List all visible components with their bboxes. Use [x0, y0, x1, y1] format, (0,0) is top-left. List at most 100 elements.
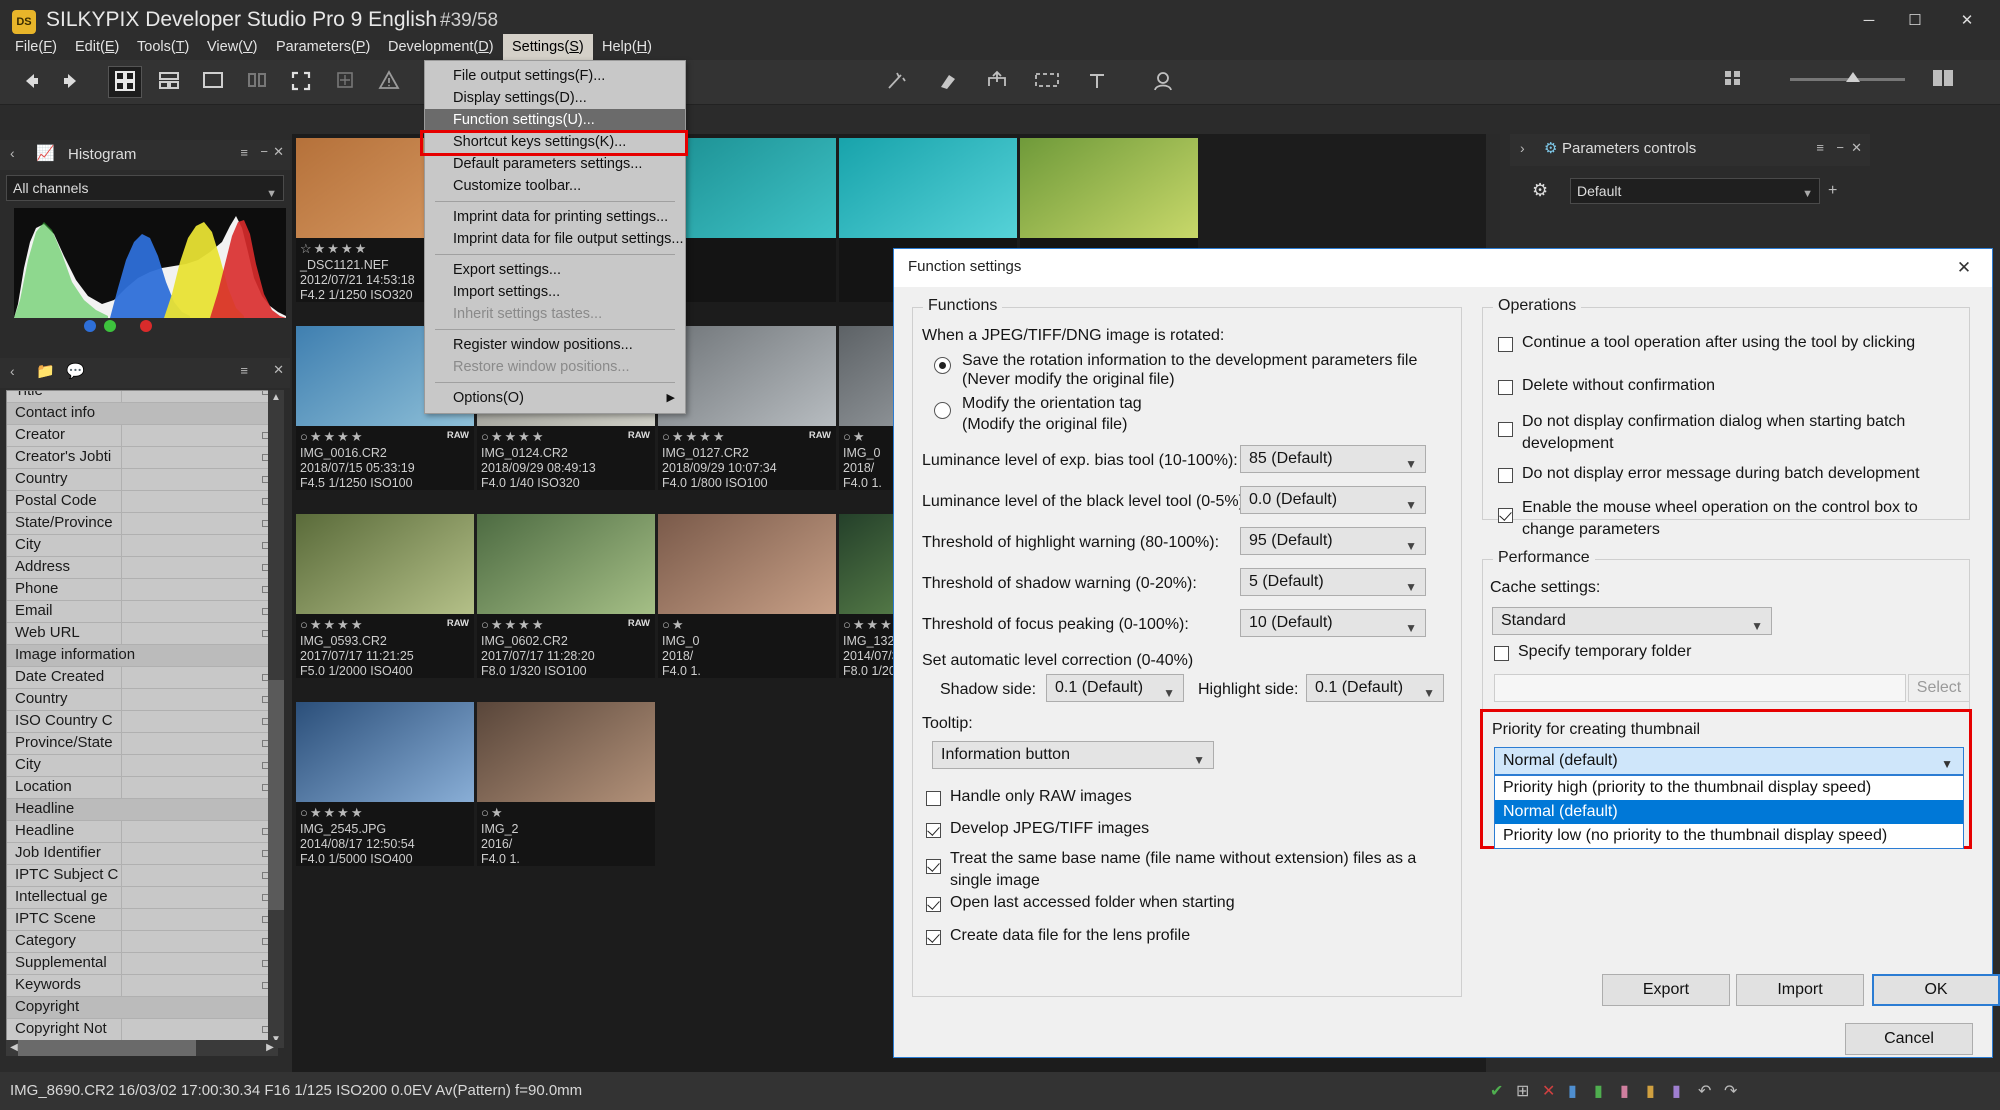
metadata-row[interactable]: Date Created [7, 667, 277, 689]
share-icon[interactable] [980, 66, 1014, 98]
menu-help[interactable]: Help(H) [593, 34, 661, 60]
metadata-row[interactable]: Location [7, 777, 277, 799]
settings-menu-item-3[interactable]: Shortcut keys settings(K)... [425, 131, 685, 153]
menu-development[interactable]: Development(D) [379, 34, 503, 60]
metadata-row[interactable]: ISO Country C [7, 711, 277, 733]
focus-peaking-select[interactable]: 10 (Default) ▼ [1240, 609, 1426, 637]
small-thumbs-icon[interactable] [1716, 66, 1750, 98]
filmstrip-view-icon[interactable] [152, 66, 186, 98]
delete-no-confirm-checkbox[interactable] [1498, 380, 1513, 395]
metadata-row-value[interactable] [121, 755, 277, 776]
settings-menu-item-4[interactable]: Default parameters settings... [425, 153, 685, 175]
metadata-row-value[interactable] [121, 931, 277, 952]
settings-menu-item-1[interactable]: Display settings(D)... [425, 87, 685, 109]
panel-collapse-icon[interactable]: − [260, 144, 268, 159]
metadata-hscroll-thumb[interactable] [18, 1040, 196, 1056]
metadata-row[interactable]: Copyright Not [7, 1019, 277, 1041]
redo-icon[interactable]: ↷ [1724, 1081, 1737, 1101]
scroll-up-arrow-icon[interactable]: ▲ [268, 390, 284, 406]
warning-icon[interactable] [372, 66, 406, 98]
metadata-row-value[interactable] [121, 491, 277, 512]
metadata-row[interactable]: Image information [7, 645, 277, 667]
no-error-batch-checkbox[interactable] [1498, 468, 1513, 483]
metadata-row[interactable]: IPTC Subject C [7, 865, 277, 887]
metadata-row-value[interactable] [121, 535, 277, 556]
thumbnail-rating[interactable]: ☆★★★★ [300, 241, 368, 257]
radio-save-rotation[interactable] [934, 357, 951, 374]
face-detect-icon[interactable] [1148, 66, 1182, 98]
single-view-icon[interactable] [196, 66, 230, 98]
metadata-row-value[interactable] [121, 557, 277, 578]
gear-icon[interactable]: ⚙ [1532, 180, 1548, 201]
settings-menu-item-8[interactable]: Imprint data for file output settings... [425, 228, 685, 250]
metadata-row-value[interactable] [121, 391, 277, 402]
metadata-row-value[interactable] [121, 865, 277, 886]
settings-menu-item-14[interactable]: Register window positions... [425, 334, 685, 356]
collapse-left-icon[interactable]: ‹ [10, 145, 15, 161]
shadow-warning-select[interactable]: 5 (Default) ▼ [1240, 568, 1426, 596]
back-arrow-icon[interactable] [14, 66, 48, 98]
metadata-row[interactable]: Headline [7, 799, 277, 821]
metadata-row[interactable]: Intellectual ge [7, 887, 277, 909]
dialog-close-button[interactable]: ✕ [1944, 255, 1984, 281]
menu-view[interactable]: View(V) [198, 34, 267, 60]
continue-tool-checkbox[interactable] [1498, 337, 1513, 352]
scroll-right-arrow-icon[interactable]: ▶ [262, 1040, 278, 1056]
metadata-row-value[interactable] [121, 601, 277, 622]
metadata-row[interactable]: Creator [7, 425, 277, 447]
select-folder-button[interactable]: Select [1908, 674, 1970, 702]
settings-menu-item-17[interactable]: Options(O) ▶ [425, 387, 685, 409]
panel-collapse-icon-3[interactable]: − [1836, 140, 1844, 155]
metadata-row[interactable]: Copyright [7, 997, 277, 1019]
metadata-row-value[interactable] [121, 579, 277, 600]
highlight-warning-select[interactable]: 95 (Default) ▼ [1240, 527, 1426, 555]
settings-menu-item-11[interactable]: Import settings... [425, 281, 685, 303]
undo-icon[interactable]: ↶ [1698, 1081, 1711, 1101]
thumbnail-rating[interactable]: ○★★★★ [481, 429, 545, 445]
thumbnail-rating[interactable]: ○★★★★ [300, 617, 364, 633]
text-tool-icon[interactable] [1080, 66, 1114, 98]
metadata-row[interactable]: Job Identifier [7, 843, 277, 865]
menu-edit[interactable]: Edit(E) [66, 34, 128, 60]
metadata-row[interactable]: Keywords [7, 975, 277, 997]
metadata-row-value[interactable] [121, 953, 277, 974]
metadata-row-value[interactable] [121, 733, 277, 754]
tag-purple-icon[interactable]: ▮ [1672, 1081, 1681, 1101]
comment-icon[interactable]: 💬 [66, 362, 85, 380]
blue-channel-dot[interactable] [84, 320, 96, 332]
cache-settings-select[interactable]: Standard ▼ [1492, 607, 1772, 635]
metadata-row-value[interactable] [121, 447, 277, 468]
open-last-folder-checkbox[interactable] [926, 897, 941, 912]
forward-arrow-icon[interactable] [54, 66, 88, 98]
panel-menu-icon-3[interactable]: ≡ [1816, 140, 1824, 155]
develop-jpeg-checkbox[interactable] [926, 823, 941, 838]
cancel-button[interactable]: Cancel [1845, 1023, 1973, 1055]
panel-close-icon[interactable]: ✕ [273, 144, 284, 160]
compare-view-icon[interactable] [240, 66, 274, 98]
metadata-row[interactable]: Web URL [7, 623, 277, 645]
close-red-icon[interactable]: ✕ [1542, 1081, 1555, 1101]
lens-profile-checkbox[interactable] [926, 930, 941, 945]
collapse-right-icon[interactable]: › [1520, 140, 1525, 156]
metadata-row[interactable]: Creator's Jobti [7, 447, 277, 469]
crop-icon[interactable] [1030, 66, 1064, 98]
red-channel-dot[interactable] [140, 320, 152, 332]
tag-green-icon[interactable]: ▮ [1594, 1081, 1603, 1101]
exp-bias-select[interactable]: 85 (Default) ▼ [1240, 445, 1426, 473]
metadata-row-value[interactable] [121, 843, 277, 864]
menu-parameters[interactable]: Parameters(P) [267, 34, 379, 60]
settings-menu-item-0[interactable]: File output settings(F)... [425, 65, 685, 87]
ok-button[interactable]: OK [1872, 974, 2000, 1006]
thumbnail-item[interactable]: ○★ IMG_2 2016/F4.0 1. [477, 702, 655, 866]
metadata-row[interactable]: Country [7, 469, 277, 491]
metadata-row[interactable]: Title [7, 391, 277, 403]
thumbnail-rating[interactable]: ○★★★★ [662, 429, 726, 445]
collapse-left-icon-2[interactable]: ‹ [10, 363, 15, 379]
temp-folder-checkbox[interactable] [1494, 646, 1509, 661]
priority-option-0[interactable]: Priority high (priority to the thumbnail… [1495, 776, 1963, 800]
metadata-row-value[interactable] [121, 777, 277, 798]
panel-menu-icon-2[interactable]: ≡ [240, 363, 248, 378]
metadata-row[interactable]: Province/State [7, 733, 277, 755]
add-preset-button[interactable]: + [1828, 182, 1837, 200]
mouse-wheel-checkbox[interactable] [1498, 508, 1513, 523]
